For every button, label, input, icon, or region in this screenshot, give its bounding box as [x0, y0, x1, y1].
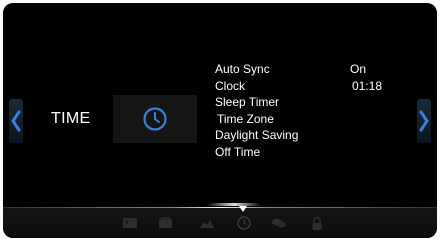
- tv-menu-screen: TIME Auto Sync Clock Sleep Timer Time Zo…: [3, 3, 437, 238]
- menu-item-sleep-timer[interactable]: Sleep Timer: [215, 94, 298, 111]
- chevron-left-icon: [11, 110, 21, 132]
- time-icon: [237, 216, 251, 230]
- selected-tab-pointer: [239, 206, 247, 212]
- tab-bar-divider: [3, 207, 437, 208]
- clock-icon: [143, 107, 167, 131]
- tab-option[interactable]: [271, 215, 287, 231]
- menu-item-time-zone[interactable]: Time Zone: [215, 111, 298, 128]
- menu-item-clock[interactable]: Clock: [215, 78, 298, 95]
- prev-page-button[interactable]: [9, 99, 23, 143]
- section-title: TIME: [51, 110, 91, 127]
- menu-item-daylight-saving[interactable]: Daylight Saving: [215, 127, 298, 144]
- tab-picture[interactable]: [122, 215, 138, 231]
- tab-setup[interactable]: [199, 215, 215, 231]
- menu-item-auto-sync[interactable]: Auto Sync: [215, 61, 298, 78]
- clock-value: 01:18: [352, 78, 383, 93]
- tab-lock[interactable]: [309, 215, 325, 231]
- menu-item-off-time[interactable]: Off Time: [215, 144, 298, 161]
- setup-icon: [200, 220, 214, 228]
- picture-icon: [123, 218, 137, 228]
- auto-sync-value: On: [350, 62, 367, 76]
- section-icon-panel: [113, 95, 197, 143]
- time-menu: Auto Sync Clock Sleep Timer Time Zone Da…: [215, 61, 298, 160]
- selected-tab-highlight: [207, 203, 261, 206]
- lock-icon: [312, 216, 322, 230]
- next-page-button[interactable]: [417, 99, 431, 143]
- tab-time[interactable]: [236, 215, 252, 231]
- tab-sound[interactable]: [158, 215, 174, 231]
- option-icon: [272, 218, 286, 228]
- bottom-tab-bar: [3, 207, 437, 238]
- chevron-right-icon: [419, 110, 429, 132]
- sound-icon: [159, 217, 172, 228]
